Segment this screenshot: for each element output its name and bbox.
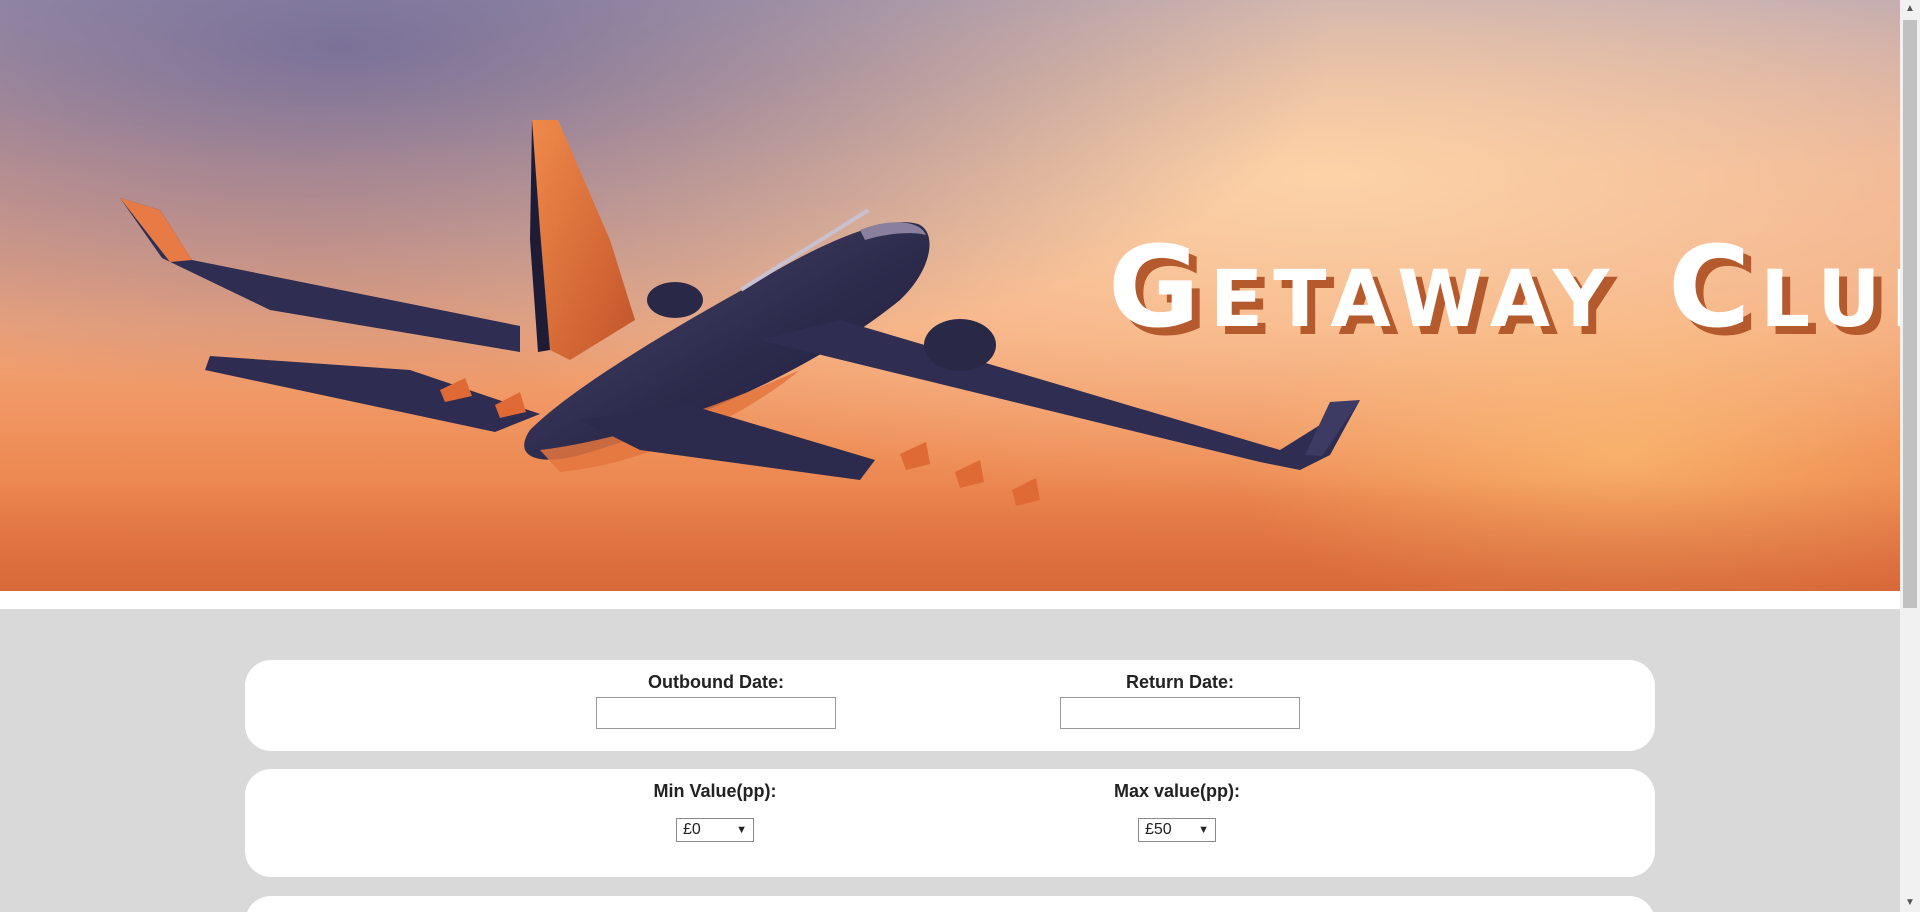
- value-card: Min Value(pp): £0 ▼ Max value(pp): £50 ▼: [245, 769, 1655, 877]
- outbound-date-label: Outbound Date:: [648, 672, 784, 692]
- max-value-select[interactable]: £50 ▼: [1138, 818, 1216, 842]
- scrollbar-thumb[interactable]: [1903, 20, 1917, 608]
- outbound-date-input[interactable]: [596, 697, 836, 729]
- chevron-down-icon: ▼: [736, 824, 747, 836]
- next-card: [245, 896, 1655, 912]
- chevron-down-icon: ▼: [1198, 824, 1209, 836]
- return-date-input[interactable]: [1060, 697, 1300, 729]
- scroll-up-arrow-icon[interactable]: ▲: [1900, 0, 1920, 18]
- min-value-field: Min Value(pp): £0 ▼: [625, 781, 805, 842]
- brand-title: Getaway Club: [1108, 223, 1900, 353]
- min-value-select[interactable]: £0 ▼: [676, 818, 754, 842]
- min-value-selected: £0: [683, 821, 701, 838]
- header-divider: [0, 591, 1900, 609]
- scroll-down-arrow-icon[interactable]: ▼: [1900, 894, 1920, 912]
- vertical-scrollbar[interactable]: ▲ ▼: [1900, 0, 1920, 912]
- return-date-label: Return Date:: [1125, 672, 1234, 692]
- hero-banner: Getaway Club: [0, 0, 1900, 591]
- max-value-selected: £50: [1145, 821, 1172, 838]
- return-date-field: Return Date:: [1060, 672, 1300, 729]
- dates-card: Outbound Date: Return Date:: [245, 660, 1655, 751]
- max-value-label: Max value(pp):: [1113, 781, 1241, 801]
- max-value-field: Max value(pp): £50 ▼: [1087, 781, 1267, 842]
- page: Getaway Club Outbound Date: Return Date:…: [0, 0, 1900, 912]
- outbound-date-field: Outbound Date:: [596, 672, 836, 729]
- min-value-label: Min Value(pp):: [653, 781, 777, 801]
